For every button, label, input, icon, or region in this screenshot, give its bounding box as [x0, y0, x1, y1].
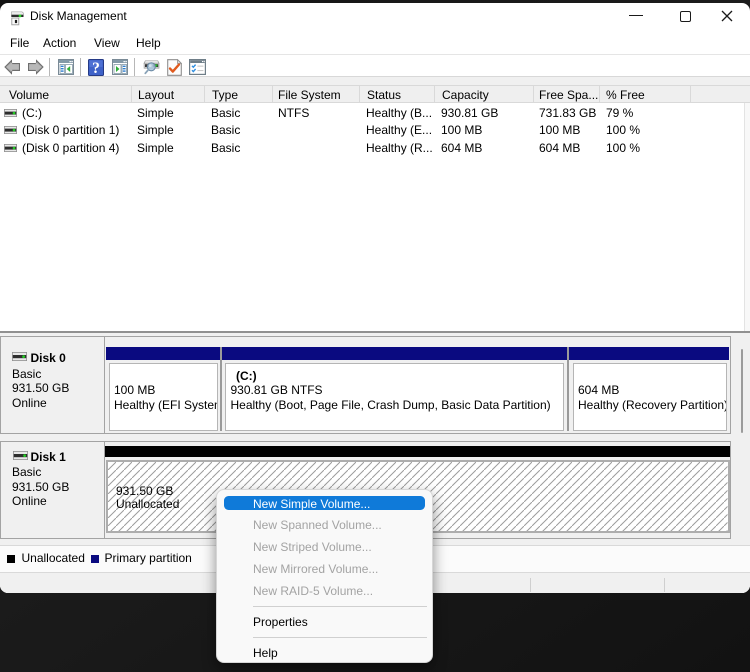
svg-text:?: ? — [92, 60, 100, 76]
